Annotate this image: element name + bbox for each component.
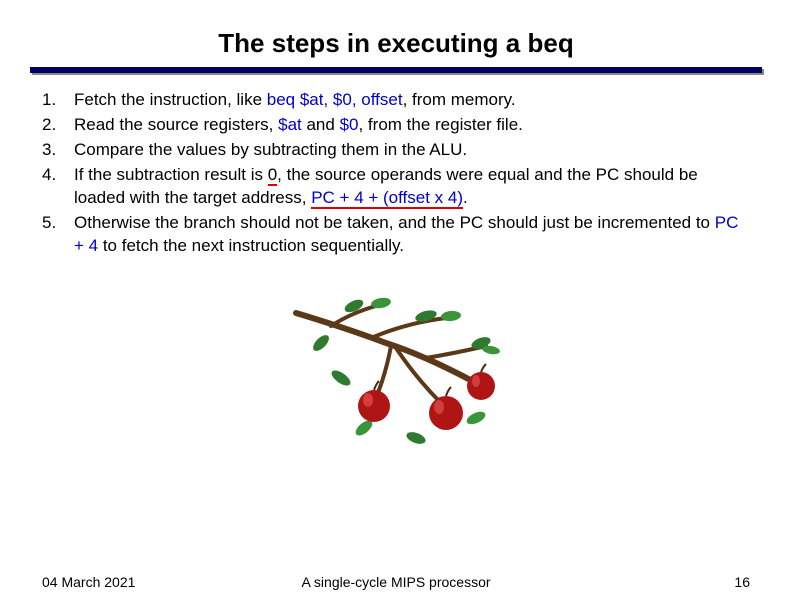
step-2-reg2: $0 — [340, 115, 359, 134]
slide-body: Fetch the instruction, like beq $at, $0,… — [0, 75, 792, 458]
footer-subject: A single-cycle MIPS processor — [301, 574, 490, 590]
step-1: Fetch the instruction, like beq $at, $0,… — [42, 89, 750, 112]
step-3: Compare the values by subtracting them i… — [42, 139, 750, 162]
step-4-p3: . — [463, 188, 468, 207]
step-4: If the subtraction result is 0, the sour… — [42, 164, 750, 210]
apple-icon — [358, 381, 390, 422]
step-1-suffix: , from memory. — [403, 90, 516, 109]
step-5-p2: to fetch the next instruction sequential… — [98, 236, 404, 255]
step-2: Read the source registers, $at and $0, f… — [42, 114, 750, 137]
slide-title: The steps in executing a beq — [0, 0, 792, 67]
footer-date: 04 March 2021 — [42, 574, 135, 590]
step-4-expr: PC + 4 + (offset x 4) — [311, 188, 463, 209]
step-5-p1: Otherwise the branch should not be taken… — [74, 213, 715, 232]
steps-list: Fetch the instruction, like beq $at, $0,… — [42, 89, 750, 258]
step-4-p1: If the subtraction result is — [74, 165, 268, 184]
title-underline — [30, 67, 762, 73]
step-4-zero: 0 — [268, 165, 277, 186]
apple-branch-icon — [276, 288, 516, 458]
step-2-mid: and — [302, 115, 340, 134]
step-2-reg1: $at — [278, 115, 302, 134]
branch-illustration — [42, 288, 750, 458]
step-2-suffix: , from the register file. — [358, 115, 522, 134]
step-2-prefix: Read the source registers, — [74, 115, 278, 134]
apple-icon — [467, 364, 495, 400]
footer-page: 16 — [734, 574, 750, 590]
step-3-text: Compare the values by subtracting them i… — [74, 140, 467, 159]
step-1-code: beq $at, $0, offset — [267, 90, 403, 109]
slide-footer: 04 March 2021 A single-cycle MIPS proces… — [0, 574, 792, 590]
step-5: Otherwise the branch should not be taken… — [42, 212, 750, 258]
step-1-text: Fetch the instruction, like — [74, 90, 267, 109]
